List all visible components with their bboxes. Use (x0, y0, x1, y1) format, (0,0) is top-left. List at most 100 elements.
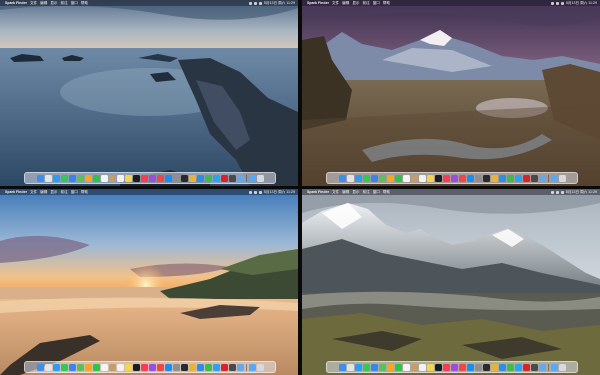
vscode-icon[interactable] (196, 363, 204, 371)
qq-icon[interactable] (212, 363, 220, 371)
downloads-folder-icon[interactable] (550, 363, 558, 371)
menu-clock[interactable]: 5月13日 周六 11:29 (264, 190, 295, 195)
downloads-folder-icon[interactable] (248, 363, 256, 371)
qq-icon[interactable] (212, 174, 220, 182)
wifi-status-icon[interactable] (550, 190, 554, 194)
facetime-icon[interactable] (394, 363, 402, 371)
menu-go[interactable]: 前往 (61, 190, 68, 195)
activity-monitor-icon[interactable] (228, 363, 236, 371)
vscode-icon[interactable] (498, 363, 506, 371)
menu-go[interactable]: 前往 (363, 1, 370, 6)
news-icon[interactable] (458, 363, 466, 371)
messages-icon[interactable] (362, 174, 370, 182)
notes-icon[interactable] (124, 363, 132, 371)
reminders-icon[interactable] (116, 363, 124, 371)
menu-window[interactable]: 窗口 (373, 1, 380, 6)
news-icon[interactable] (458, 174, 466, 182)
contacts-icon[interactable] (108, 363, 116, 371)
menu-window[interactable]: 窗口 (71, 190, 78, 195)
trash-icon[interactable] (558, 363, 566, 371)
facetime-icon[interactable] (92, 363, 100, 371)
photos-icon[interactable] (386, 174, 394, 182)
terminal-icon[interactable] (180, 174, 188, 182)
battery-status-icon[interactable] (555, 190, 559, 194)
activity-monitor-icon[interactable] (530, 174, 538, 182)
menu-file[interactable]: 文件 (332, 190, 339, 195)
menu-view[interactable]: 显示 (50, 1, 57, 6)
menu-file[interactable]: 文件 (30, 190, 37, 195)
tv-icon[interactable] (434, 363, 442, 371)
menu-help[interactable]: 帮助 (383, 1, 390, 6)
launchpad-icon[interactable] (44, 363, 52, 371)
podcasts-icon[interactable] (450, 174, 458, 182)
chrome-icon[interactable] (188, 174, 196, 182)
menu-edit[interactable]: 编辑 (40, 1, 47, 6)
wifi-status-icon[interactable] (248, 1, 252, 5)
contacts-icon[interactable] (410, 174, 418, 182)
downloads-folder-icon[interactable] (550, 174, 558, 182)
notes-icon[interactable] (124, 174, 132, 182)
mail-icon[interactable] (68, 363, 76, 371)
trash-icon[interactable] (558, 174, 566, 182)
music163-icon[interactable] (522, 363, 530, 371)
menu-view[interactable]: 显示 (50, 190, 57, 195)
calendar-icon[interactable] (402, 363, 410, 371)
maps-icon[interactable] (378, 363, 386, 371)
menu-app-name[interactable]: Spark Finder (5, 190, 27, 194)
settings-icon[interactable] (172, 174, 180, 182)
vscode-icon[interactable] (498, 174, 506, 182)
chrome-icon[interactable] (490, 363, 498, 371)
activity-monitor-icon[interactable] (228, 174, 236, 182)
wechat-icon[interactable] (204, 363, 212, 371)
battery-status-icon[interactable] (555, 1, 559, 5)
menu-clock[interactable]: 5月13日 周六 11:29 (566, 1, 597, 6)
menu-help[interactable]: 帮助 (383, 190, 390, 195)
menu-go[interactable]: 前往 (363, 190, 370, 195)
photos-icon[interactable] (84, 174, 92, 182)
menu-view[interactable]: 显示 (352, 1, 359, 6)
news-icon[interactable] (156, 174, 164, 182)
wechat-icon[interactable] (506, 174, 514, 182)
music163-icon[interactable] (220, 363, 228, 371)
safari-icon[interactable] (52, 174, 60, 182)
trash-icon[interactable] (256, 174, 264, 182)
menu-window[interactable]: 窗口 (373, 190, 380, 195)
qq-icon[interactable] (514, 363, 522, 371)
podcasts-icon[interactable] (450, 363, 458, 371)
preview-icon[interactable] (538, 363, 546, 371)
menu-app-name[interactable]: Spark Finder (307, 1, 329, 5)
reminders-icon[interactable] (116, 174, 124, 182)
safari-icon[interactable] (354, 363, 362, 371)
safari-icon[interactable] (52, 363, 60, 371)
reminders-icon[interactable] (418, 363, 426, 371)
safari-icon[interactable] (354, 174, 362, 182)
activity-monitor-icon[interactable] (530, 363, 538, 371)
control-center-icon[interactable] (560, 1, 564, 5)
finder-icon[interactable] (338, 363, 346, 371)
podcasts-icon[interactable] (148, 363, 156, 371)
messages-icon[interactable] (60, 174, 68, 182)
facetime-icon[interactable] (92, 174, 100, 182)
menu-file[interactable]: 文件 (332, 1, 339, 6)
menu-edit[interactable]: 编辑 (342, 190, 349, 195)
calendar-icon[interactable] (100, 174, 108, 182)
battery-status-icon[interactable] (253, 190, 257, 194)
wechat-icon[interactable] (506, 363, 514, 371)
preview-icon[interactable] (236, 174, 244, 182)
tv-icon[interactable] (132, 174, 140, 182)
reminders-icon[interactable] (418, 174, 426, 182)
calendar-icon[interactable] (100, 363, 108, 371)
chrome-icon[interactable] (490, 174, 498, 182)
music-icon[interactable] (442, 174, 450, 182)
appstore-icon[interactable] (164, 174, 172, 182)
maps-icon[interactable] (76, 174, 84, 182)
menu-clock[interactable]: 5月13日 周六 11:29 (566, 190, 597, 195)
tv-icon[interactable] (434, 174, 442, 182)
terminal-icon[interactable] (180, 363, 188, 371)
menu-view[interactable]: 显示 (352, 190, 359, 195)
notes-icon[interactable] (426, 363, 434, 371)
finder-icon[interactable] (338, 174, 346, 182)
preview-icon[interactable] (538, 174, 546, 182)
notes-icon[interactable] (426, 174, 434, 182)
terminal-icon[interactable] (482, 363, 490, 371)
